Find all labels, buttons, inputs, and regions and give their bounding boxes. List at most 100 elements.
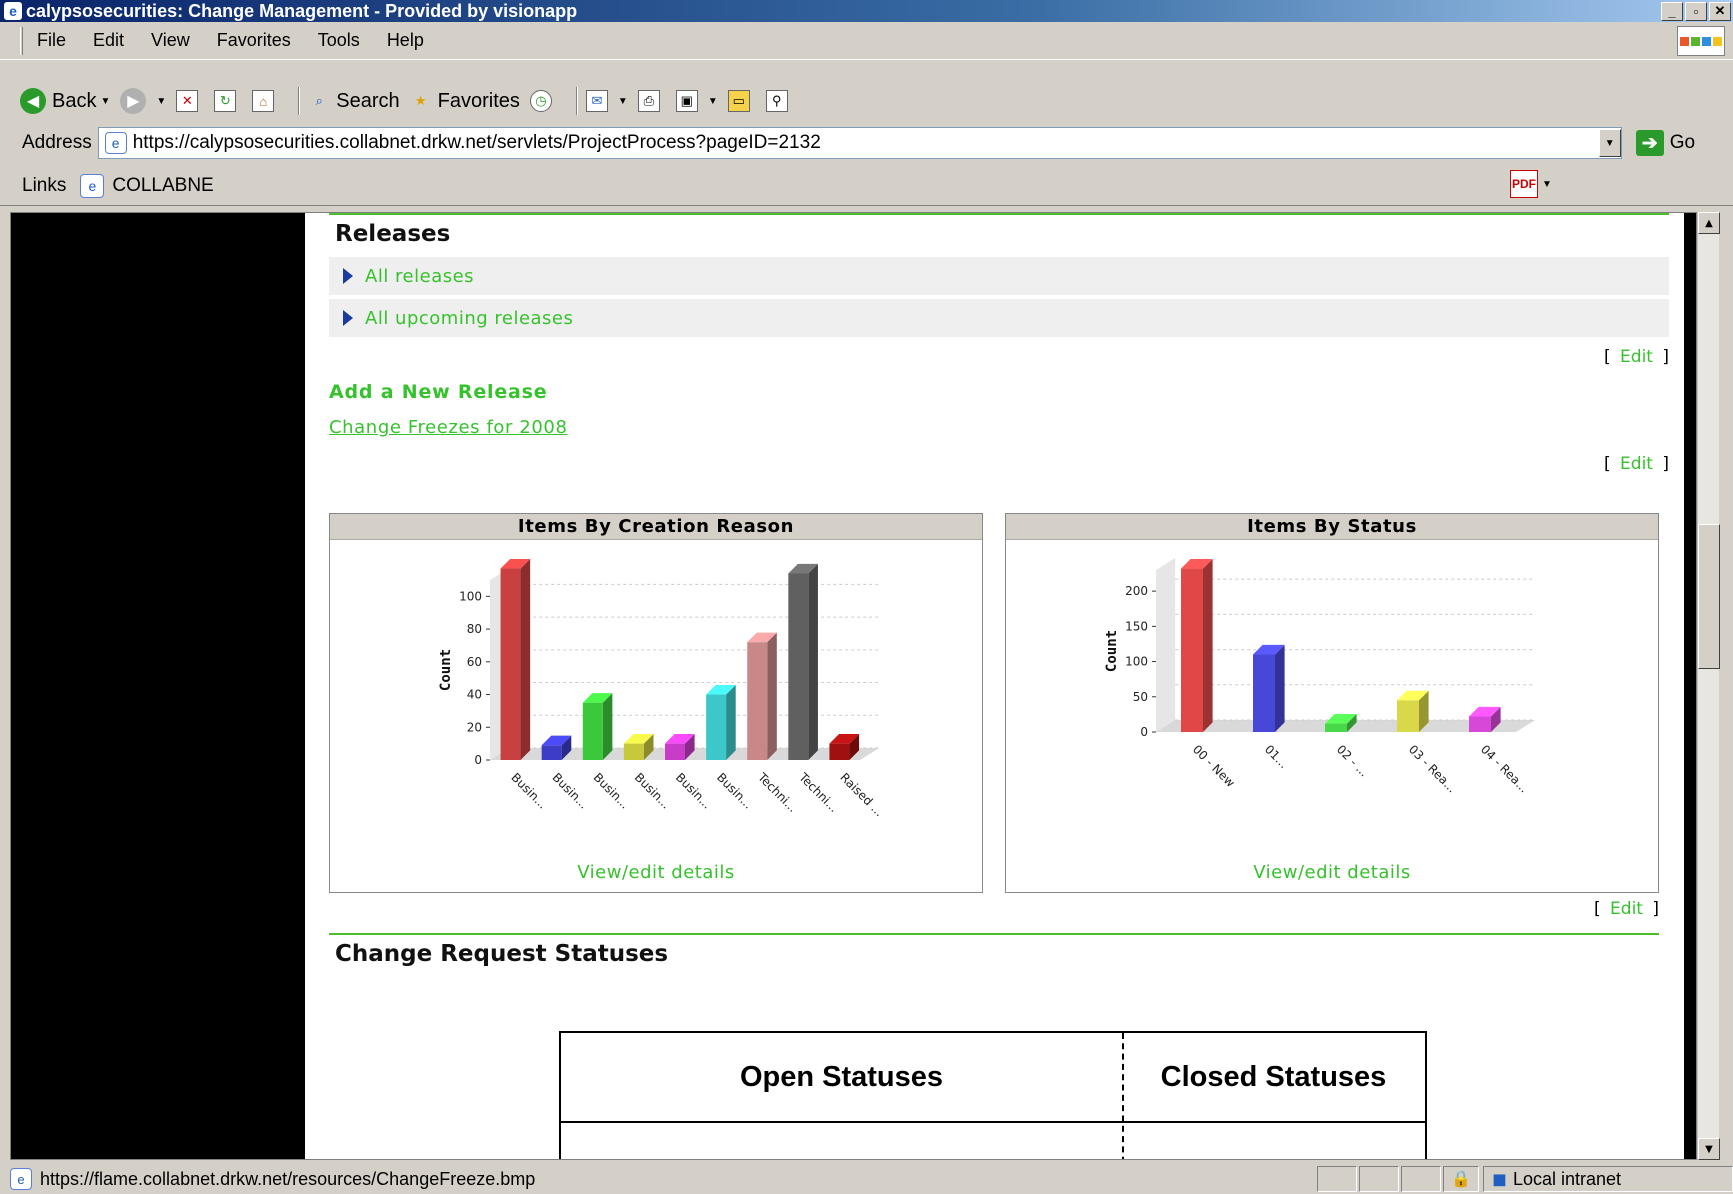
mail-button[interactable]: ✉ ▼ bbox=[585, 90, 628, 112]
charts-area: Items By Creation Reason 0 20 40 60 80 100 Cou… bbox=[329, 513, 1659, 893]
edit-bracket: [ bbox=[1593, 899, 1601, 919]
x-tick-label: 02 - ... bbox=[1334, 742, 1371, 779]
edit-dropdown-icon[interactable]: ▼ bbox=[708, 96, 718, 107]
close-button[interactable]: ✕ bbox=[1709, 1, 1731, 21]
history-button[interactable]: ◷ bbox=[529, 90, 558, 112]
release-link-upcoming[interactable]: All upcoming releases bbox=[329, 299, 1669, 337]
edit-link[interactable]: Edit bbox=[1620, 347, 1653, 367]
page-icon: e bbox=[80, 173, 105, 198]
change-freezes-link[interactable]: Change Freezes for 2008 bbox=[329, 417, 1669, 438]
y-tick-label: 100 bbox=[1125, 655, 1148, 669]
chart-creation-reason: Items By Creation Reason 0 20 40 60 80 100 Cou… bbox=[329, 513, 983, 893]
bar bbox=[1397, 700, 1419, 732]
status-bar: e https://flame.collabnet.drkw.net/resou… bbox=[0, 1164, 1733, 1194]
refresh-button[interactable]: ↻ bbox=[214, 90, 242, 112]
scroll-up-icon[interactable]: ▲ bbox=[1698, 212, 1720, 234]
x-tick-label: 03 - Rea... bbox=[1406, 742, 1459, 795]
edit-button[interactable]: ▣ ▼ bbox=[675, 90, 718, 112]
view-edit-details-link[interactable]: View/edit details bbox=[330, 862, 982, 883]
menu-bar: File Edit View Favorites Tools Help bbox=[0, 22, 1733, 60]
x-tick-label: 00 - New bbox=[1190, 742, 1238, 790]
back-button[interactable]: ◀ Back ▼ bbox=[20, 88, 110, 114]
note-icon: ▭ bbox=[727, 90, 750, 112]
edit-link[interactable]: Edit bbox=[1620, 454, 1653, 474]
home-button[interactable]: ⌂ bbox=[252, 90, 280, 112]
x-tick-label: 01... bbox=[1262, 742, 1291, 771]
search-button[interactable]: ⌕ Search bbox=[308, 89, 400, 113]
status-panel bbox=[1401, 1166, 1441, 1192]
menu-help[interactable]: Help bbox=[387, 30, 424, 51]
right-border bbox=[1684, 213, 1696, 1159]
chart-title: Items By Status bbox=[1006, 514, 1658, 540]
chart-status: Items By Status 0 50 100 150 200 Count 00 - Ne… bbox=[1005, 513, 1659, 893]
view-edit-details-link[interactable]: View/edit details bbox=[1006, 862, 1658, 883]
go-button[interactable]: ➔ Go bbox=[1635, 130, 1695, 156]
release-link-label[interactable]: All releases bbox=[365, 266, 474, 287]
expand-arrow-icon bbox=[343, 268, 353, 284]
bar bbox=[541, 745, 562, 760]
add-new-release-link[interactable]: Add a New Release bbox=[329, 381, 1669, 403]
edit-releases: [ Edit ] bbox=[329, 347, 1669, 367]
vertical-scrollbar[interactable]: ▲ ▼ bbox=[1697, 212, 1720, 1160]
mail-dropdown-icon[interactable]: ▼ bbox=[618, 96, 628, 107]
bar bbox=[829, 743, 850, 760]
x-tick-label: Techni... bbox=[796, 770, 841, 815]
toolbar-separator bbox=[298, 87, 301, 115]
menu-edit[interactable]: Edit bbox=[93, 30, 124, 51]
bar bbox=[500, 568, 521, 760]
pdf-dropdown-icon[interactable]: ▼ bbox=[1542, 179, 1552, 190]
y-tick-label: 50 bbox=[1133, 690, 1148, 704]
toolbar-grip[interactable] bbox=[20, 26, 23, 55]
stop-button[interactable]: ✕ bbox=[176, 90, 204, 112]
back-label: Back bbox=[52, 89, 97, 112]
bar-side bbox=[808, 563, 818, 760]
edit-page-icon: ▣ bbox=[675, 90, 698, 112]
open-statuses-header: Open Statuses bbox=[739, 1060, 944, 1093]
release-link-label[interactable]: All upcoming releases bbox=[365, 308, 573, 329]
browser-window: e calypsosecurities: Change Management -… bbox=[0, 0, 1733, 1194]
status-table-image: Open Statuses Closed Statuses bbox=[559, 1031, 1427, 1159]
pdf-button[interactable]: PDF ▼ bbox=[1510, 170, 1552, 198]
address-dropdown-icon[interactable]: ▼ bbox=[1598, 129, 1621, 157]
y-axis-label: Count bbox=[438, 649, 454, 691]
search-label: Search bbox=[336, 89, 400, 112]
edit-link[interactable]: Edit bbox=[1610, 899, 1643, 919]
discuss-button[interactable]: ▭ bbox=[727, 90, 756, 112]
bar-side bbox=[1275, 644, 1285, 732]
address-url[interactable]: https://calypsosecurities.collabnet.drkw… bbox=[133, 132, 1599, 154]
back-dropdown-icon[interactable]: ▼ bbox=[100, 96, 110, 107]
y-tick-label: 0 bbox=[474, 753, 482, 767]
page-icon: e bbox=[10, 1168, 32, 1190]
research-button[interactable]: ⚲ bbox=[765, 90, 794, 112]
y-tick-label: 150 bbox=[1125, 619, 1148, 633]
address-input[interactable]: e https://calypsosecurities.collabnet.dr… bbox=[97, 127, 1622, 159]
windows-logo-icon bbox=[1677, 26, 1725, 56]
standard-toolbar: ◀ Back ▼ ▶ ▼ ✕ ↻ ⌂ ⌕ Search ★ Favorites … bbox=[0, 81, 1733, 121]
x-tick-label: Busin... bbox=[508, 770, 549, 811]
release-link-all[interactable]: All releases bbox=[329, 257, 1669, 295]
menu-file[interactable]: File bbox=[37, 30, 66, 51]
print-button[interactable]: ⎙ bbox=[637, 90, 666, 112]
links-item-collabnet[interactable]: COLLABNE bbox=[112, 175, 213, 197]
x-tick-label: Raised ... bbox=[837, 770, 886, 819]
refresh-icon: ↻ bbox=[214, 90, 237, 112]
minimize-button[interactable]: _ bbox=[1661, 1, 1683, 21]
address-label: Address bbox=[22, 132, 92, 153]
scroll-down-icon[interactable]: ▼ bbox=[1698, 1138, 1720, 1160]
bar bbox=[623, 743, 644, 760]
status-chart: 0 50 100 150 200 Count 00 - New 01... 02 - ... 03… bbox=[1104, 558, 1536, 795]
forward-button[interactable]: ▶ ▼ bbox=[120, 88, 166, 114]
menu-favorites[interactable]: Favorites bbox=[217, 30, 291, 51]
links-label: Links bbox=[22, 174, 67, 196]
x-tick-label: Busin... bbox=[632, 770, 673, 811]
menu-tools[interactable]: Tools bbox=[318, 30, 360, 51]
zone-label: Local intranet bbox=[1512, 1168, 1622, 1189]
scroll-thumb[interactable] bbox=[1698, 524, 1720, 669]
x-tick-label: Busin... bbox=[550, 770, 591, 811]
favorites-button[interactable]: ★ Favorites bbox=[410, 90, 520, 113]
menu-view[interactable]: View bbox=[151, 30, 190, 51]
forward-dropdown-icon[interactable]: ▼ bbox=[156, 96, 166, 107]
bar bbox=[1325, 723, 1347, 732]
maximize-button[interactable]: ▫ bbox=[1685, 1, 1707, 21]
edit-links: [ Edit ] bbox=[329, 454, 1669, 474]
